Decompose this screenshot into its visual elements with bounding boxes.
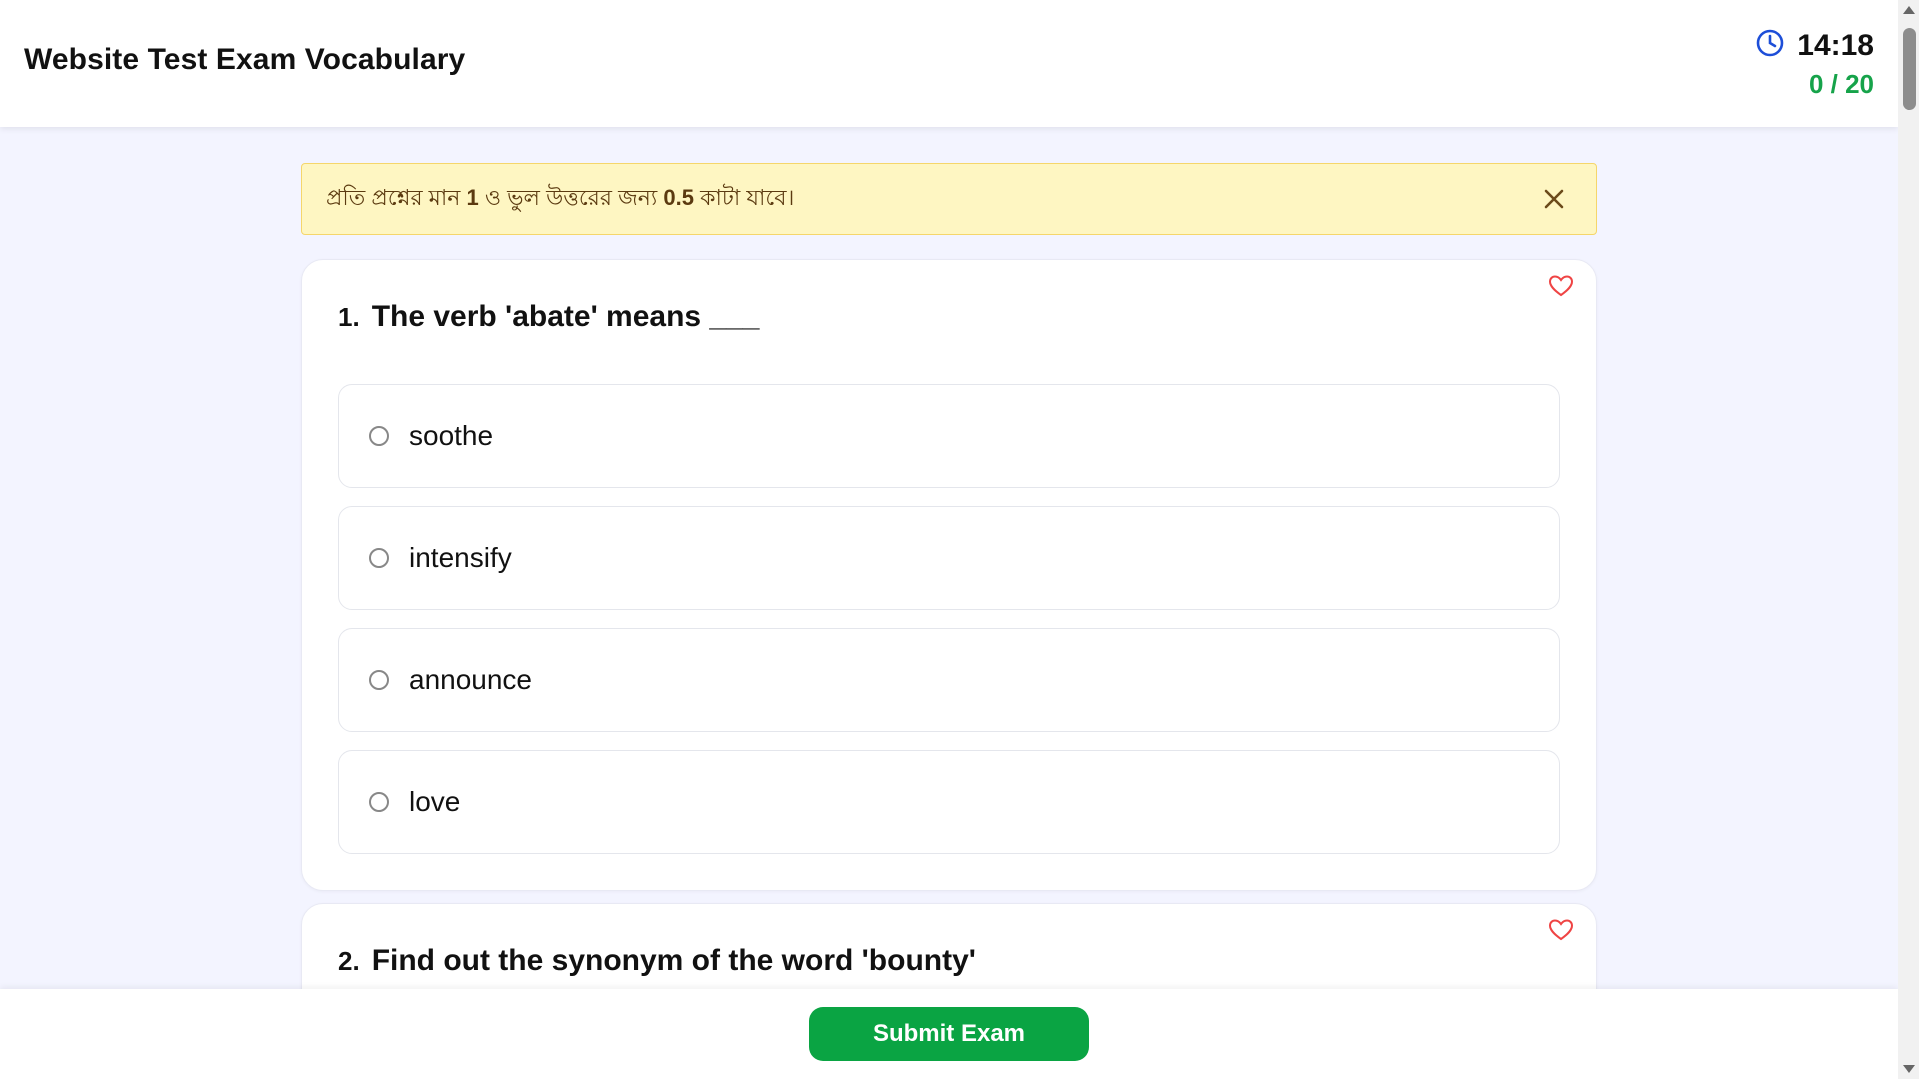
- option-label: love: [409, 786, 461, 817]
- answer-option[interactable]: announce: [338, 628, 1560, 732]
- radio-button[interactable]: [369, 426, 389, 446]
- notice-text-part: প্রতি প্রশ্নের মান: [326, 184, 467, 210]
- option-label: soothe: [409, 420, 494, 451]
- question-number: 1.: [338, 302, 360, 332]
- scroll-up-icon[interactable]: [1903, 6, 1915, 14]
- scroll-down-icon[interactable]: [1903, 1065, 1915, 1073]
- option-label: announce: [409, 664, 533, 695]
- radio-button[interactable]: [369, 548, 389, 568]
- marking-notice: প্রতি প্রশ্নের মান 1 ও ভুল উত্তরের জন্য …: [301, 163, 1597, 235]
- heart-icon[interactable]: [1548, 274, 1574, 298]
- question-number: 2.: [338, 946, 360, 976]
- question-title: 1. The verb 'abate' means ___: [338, 300, 1560, 334]
- question-card: 1. The verb 'abate' means ___ soothe int…: [301, 259, 1597, 891]
- question-title: 2. Find out the synonym of the word 'bou…: [338, 944, 1560, 978]
- scrollbar-thumb[interactable]: [1903, 28, 1916, 110]
- answer-option[interactable]: soothe: [338, 384, 1560, 488]
- notice-text: প্রতি প্রশ্নের মান 1 ও ভুল উত্তরের জন্য …: [326, 181, 794, 218]
- option-list: soothe intensify announce love: [338, 384, 1560, 854]
- timer-panel: 14:18 0 / 20: [1755, 28, 1874, 100]
- top-header: Website Test Exam Vocabulary 14:18 0 / 2…: [0, 0, 1898, 127]
- submit-exam-button[interactable]: Submit Exam: [809, 1007, 1089, 1061]
- notice-text-part: ও ভুল উত্তরের জন্য: [478, 184, 664, 210]
- close-icon[interactable]: [1540, 185, 1568, 213]
- notice-negative-value: 0.5: [663, 184, 694, 210]
- heart-icon[interactable]: [1548, 918, 1574, 942]
- question-text: The verb 'abate' means ___: [371, 300, 760, 333]
- option-label: intensify: [409, 542, 512, 573]
- exam-content: প্রতি প্রশ্নের মান 1 ও ভুল উত্তরের জন্য …: [301, 163, 1597, 1065]
- clock-icon: [1755, 28, 1785, 63]
- notice-text-part: কাটা যাবে।: [694, 184, 795, 210]
- scrollbar[interactable]: [1898, 0, 1919, 1079]
- timer-display: 14:18: [1797, 28, 1874, 62]
- answered-count: 0 / 20: [1808, 69, 1874, 99]
- question-text: Find out the synonym of the word 'bounty…: [371, 944, 976, 977]
- page-title: Website Test Exam Vocabulary: [24, 43, 466, 76]
- bottom-bar: Submit Exam: [0, 989, 1898, 1079]
- answer-option[interactable]: love: [338, 750, 1560, 854]
- radio-button[interactable]: [369, 670, 389, 690]
- answer-option[interactable]: intensify: [338, 506, 1560, 610]
- radio-button[interactable]: [369, 792, 389, 812]
- notice-mark-value: 1: [466, 184, 479, 210]
